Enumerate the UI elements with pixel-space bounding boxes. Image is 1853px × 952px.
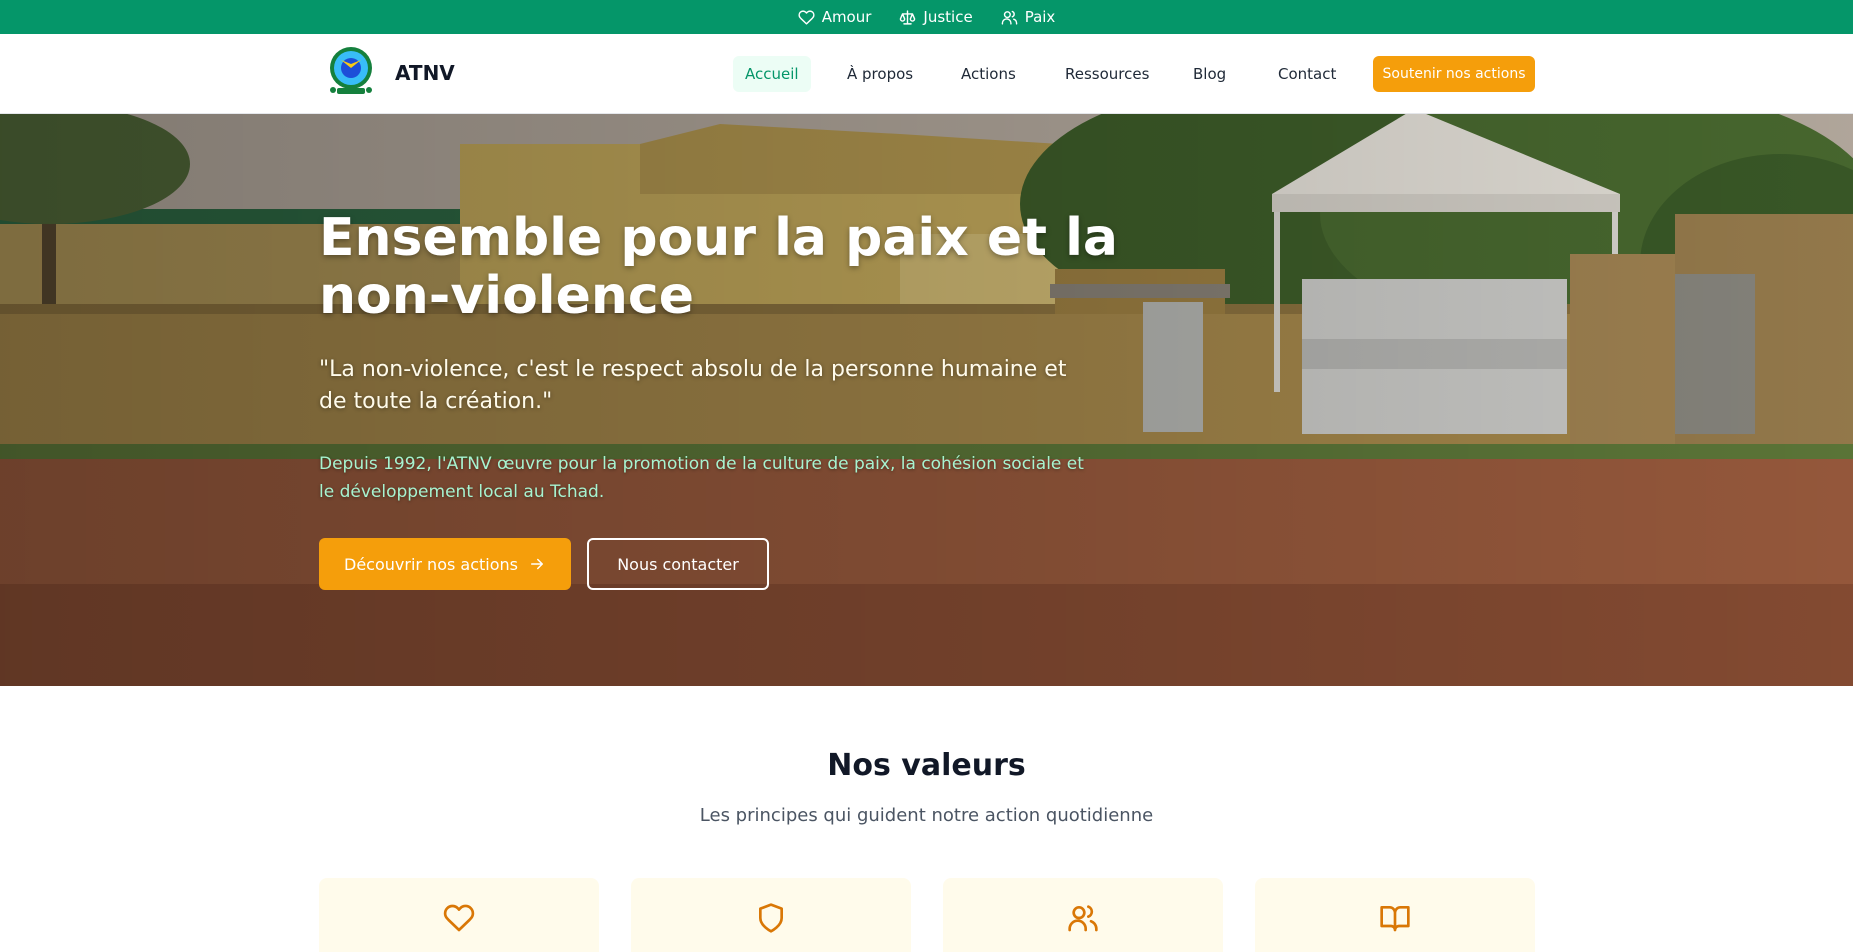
contact-us-label: Nous contacter <box>617 554 739 574</box>
value-card-love <box>319 878 599 952</box>
discover-actions-label: Découvrir nos actions <box>344 554 518 574</box>
users-icon <box>1068 905 1098 932</box>
support-button[interactable]: Soutenir nos actions <box>1373 56 1535 92</box>
nav-contact[interactable]: Contact <box>1266 56 1348 92</box>
heart-icon <box>798 9 815 25</box>
topbar-label: Paix <box>1024 8 1056 26</box>
brand-logo[interactable] <box>327 46 375 96</box>
value-card-justice <box>631 878 911 952</box>
hero-quote: "La non-violence, c'est le respect absol… <box>319 357 1067 414</box>
top-bar: Amour Justice Paix <box>0 0 1853 34</box>
values-subtitle: Les principes qui guident notre action q… <box>699 805 1154 826</box>
topbar-item-justice: Justice <box>899 8 973 26</box>
users-icon <box>1001 10 1017 25</box>
contact-us-button[interactable]: Nous contacter <box>587 538 769 590</box>
value-card-peace <box>943 878 1223 952</box>
hero-title: Ensemble pour la paix et la non-violence <box>319 208 1119 326</box>
hero-section: Ensemble pour la paix et la non-violence… <box>0 114 1853 686</box>
nav-accueil[interactable]: Accueil <box>733 56 811 92</box>
values-title: Nos valeurs <box>827 748 1026 783</box>
heart-icon <box>443 904 475 932</box>
nav-actions[interactable]: Actions <box>949 56 1028 92</box>
shield-icon <box>759 903 783 933</box>
hero-description: Depuis 1992, l'ATNV œuvre pour la promot… <box>319 454 1084 502</box>
nav-blog[interactable]: Blog <box>1181 56 1238 92</box>
nav-a-propos[interactable]: À propos <box>835 56 925 92</box>
nav-ressources[interactable]: Ressources <box>1053 56 1161 92</box>
scales-icon <box>900 9 916 25</box>
topbar-label: Justice <box>923 8 973 26</box>
book-icon <box>1380 906 1410 932</box>
topbar-label: Amour <box>821 8 872 26</box>
topbar-item-paix: Paix <box>1001 8 1056 26</box>
topbar-item-amour: Amour <box>798 8 872 26</box>
value-card-education <box>1255 878 1535 952</box>
arrow-right-icon <box>530 558 543 570</box>
brand-name[interactable]: ATNV <box>395 61 455 85</box>
main-navigation: ATNV Accueil À propos Actions Ressources… <box>0 34 1853 114</box>
discover-actions-button[interactable]: Découvrir nos actions <box>319 538 571 590</box>
